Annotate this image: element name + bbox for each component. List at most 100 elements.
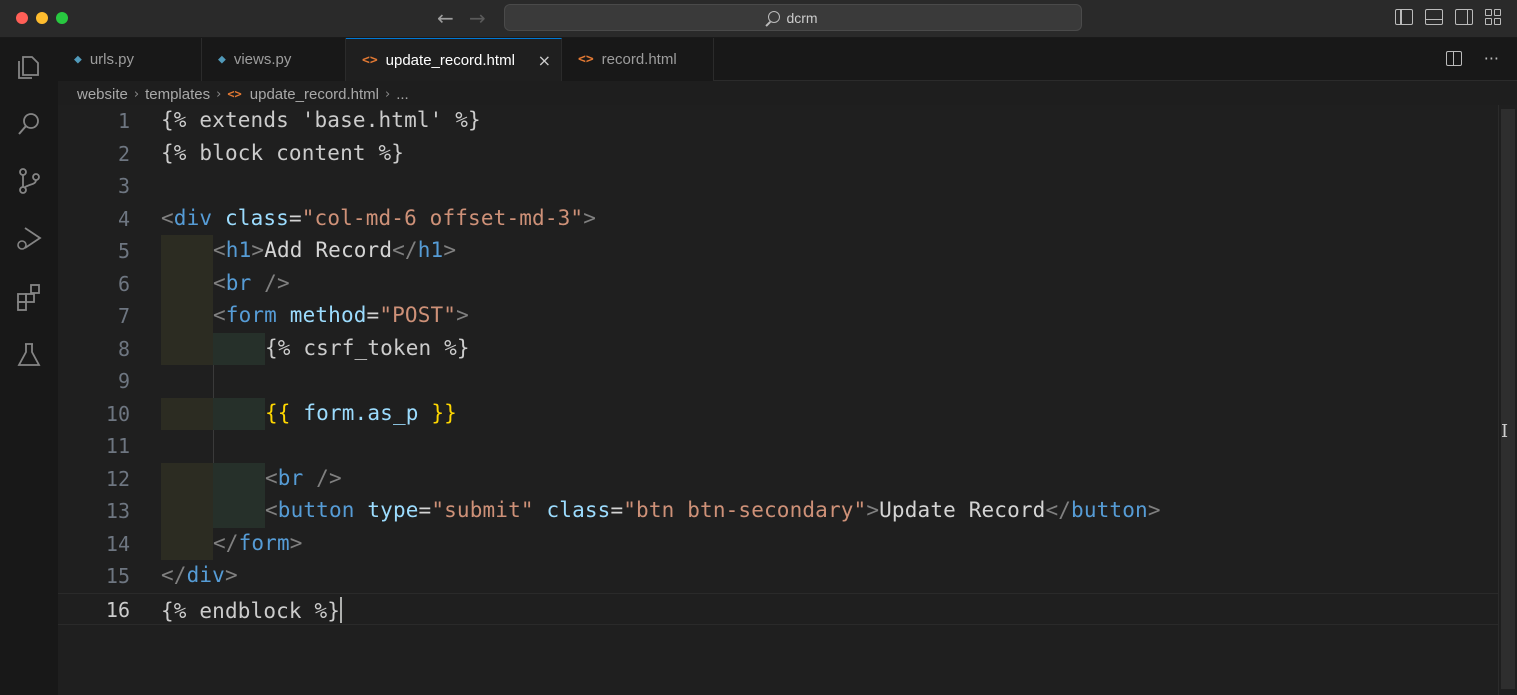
bracket: < xyxy=(161,205,174,230)
code-line[interactable]: 10 {{ form.as_p }} xyxy=(58,397,1498,430)
equals: = xyxy=(418,498,432,522)
code-line[interactable]: 6 <br /> xyxy=(58,267,1498,300)
back-arrow-icon[interactable]: ← xyxy=(437,6,454,30)
scrollbar-thumb[interactable] xyxy=(1501,109,1515,689)
code-text: <div class="col-md-6 offset-md-3"> xyxy=(161,206,596,230)
tab-actions: ··· xyxy=(1445,49,1499,68)
indent-highlight xyxy=(213,462,265,495)
code-editor[interactable]: 1 {% extends 'base.html' %} 2 {% block c… xyxy=(58,105,1498,695)
template-brace: }} xyxy=(431,400,457,425)
bracket: /> xyxy=(251,270,290,295)
code-line[interactable]: 14 </form> xyxy=(58,527,1498,560)
bracket: > xyxy=(443,238,457,262)
indent-highlight xyxy=(161,527,213,560)
line-number: 8 xyxy=(117,336,130,361)
code-line[interactable]: 15 </div> xyxy=(58,560,1498,593)
bracket: < xyxy=(213,270,226,295)
code-line[interactable]: 2 {% block content %} xyxy=(58,138,1498,171)
attribute-value: "POST" xyxy=(379,303,457,327)
bracket: /> xyxy=(303,465,342,490)
code-line[interactable]: 3 xyxy=(58,170,1498,203)
search-icon[interactable] xyxy=(14,109,44,139)
indent-highlight xyxy=(161,267,213,300)
testing-flask-icon[interactable] xyxy=(14,340,44,370)
editor-scrollbar[interactable]: I xyxy=(1498,105,1517,695)
split-editor-icon[interactable] xyxy=(1445,51,1462,66)
toggle-panel-icon[interactable] xyxy=(1425,9,1443,25)
indent-highlight xyxy=(161,495,213,528)
tab-label: urls.py xyxy=(89,51,135,68)
breadcrumb: website › templates › <> update_record.h… xyxy=(77,83,409,105)
code-text: <h1>Add Record</h1> xyxy=(213,238,456,262)
html-tag: form xyxy=(238,530,290,555)
bracket: > xyxy=(456,303,469,327)
attribute-value: "btn btn-secondary" xyxy=(623,498,867,522)
indent-highlight xyxy=(161,332,213,365)
customize-layout-icon[interactable] xyxy=(1485,9,1503,25)
indent-highlight xyxy=(161,300,213,333)
breadcrumb-item-templates[interactable]: templates xyxy=(145,86,210,103)
template-tag: {% block content %} xyxy=(161,140,405,165)
forward-arrow-icon[interactable]: → xyxy=(469,6,486,30)
line-number: 3 xyxy=(117,174,130,198)
code-line[interactable]: 1 {% extends 'base.html' %} xyxy=(58,105,1498,138)
line-number: 14 xyxy=(105,531,130,556)
text-cursor xyxy=(340,596,343,623)
bracket: > xyxy=(1147,498,1161,522)
tab-record-html[interactable]: <> record.html xyxy=(562,38,714,81)
code-line[interactable]: 4 <div class="col-md-6 offset-md-3"> xyxy=(58,203,1498,236)
activity-bar xyxy=(0,38,58,695)
bracket: > xyxy=(289,530,303,555)
line-number: 5 xyxy=(117,239,130,263)
toggle-primary-sidebar-icon[interactable] xyxy=(1395,9,1413,25)
code-text: {% block content %} xyxy=(161,141,404,165)
code-line[interactable]: 13 <button type="submit" class="btn btn-… xyxy=(58,495,1498,528)
indent-guide xyxy=(213,365,214,398)
equals: = xyxy=(366,303,380,327)
code-line[interactable]: 12 <br /> xyxy=(58,462,1498,495)
breadcrumb-item-symbols[interactable]: ... xyxy=(396,86,409,103)
html-tag: br xyxy=(225,270,252,295)
html-tag: h1 xyxy=(417,238,444,262)
python-file-icon: ◆ xyxy=(218,52,226,67)
breadcrumb-item-file[interactable]: update_record.html xyxy=(250,86,379,103)
toggle-secondary-sidebar-icon[interactable] xyxy=(1455,9,1473,25)
line-number: 12 xyxy=(105,466,130,491)
close-icon[interactable]: × xyxy=(538,51,551,70)
window-minimize-button[interactable] xyxy=(36,12,48,24)
extensions-icon[interactable] xyxy=(14,282,44,312)
source-control-icon[interactable] xyxy=(14,166,44,196)
tab-label: views.py xyxy=(233,51,292,68)
run-debug-icon[interactable] xyxy=(14,223,44,253)
code-line[interactable]: 5 <h1>Add Record</h1> xyxy=(58,235,1498,268)
code-text: {{ form.as_p }} xyxy=(265,401,457,425)
window-maximize-button[interactable] xyxy=(56,12,68,24)
html-tag: form xyxy=(225,303,277,327)
window-close-button[interactable] xyxy=(16,12,28,24)
tab-update-record-html[interactable]: <> update_record.html × xyxy=(346,38,562,81)
line-number: 4 xyxy=(117,206,130,231)
tab-views-py[interactable]: ◆ views.py xyxy=(202,38,346,81)
code-text: <br /> xyxy=(265,466,342,490)
code-line[interactable]: 11 xyxy=(58,430,1498,463)
code-line-current[interactable]: 16 {% endblock %} xyxy=(58,592,1498,625)
html-attribute: method xyxy=(289,303,367,327)
bracket: > xyxy=(251,238,265,262)
bracket: </ xyxy=(161,563,187,587)
attribute-value: "col-md-6 offset-md-3" xyxy=(301,205,584,230)
code-text: <br /> xyxy=(213,271,290,295)
explorer-icon[interactable] xyxy=(14,52,44,82)
html-tag: button xyxy=(277,498,355,522)
more-actions-icon[interactable]: ··· xyxy=(1484,49,1499,68)
breadcrumb-item-website[interactable]: website xyxy=(77,86,128,103)
tab-urls-py[interactable]: ◆ urls.py xyxy=(58,38,202,81)
bracket: < xyxy=(265,465,278,490)
bracket: < xyxy=(213,238,226,262)
code-line[interactable]: 8 {% csrf_token %} xyxy=(58,332,1498,365)
code-line[interactable]: 7 <form method="POST"> xyxy=(58,300,1498,333)
command-center-search[interactable]: dcrm xyxy=(504,4,1082,31)
search-icon xyxy=(768,10,781,23)
indent-highlight xyxy=(213,397,265,430)
text-content: Add Record xyxy=(264,238,393,262)
code-line[interactable]: 9 xyxy=(58,365,1498,398)
